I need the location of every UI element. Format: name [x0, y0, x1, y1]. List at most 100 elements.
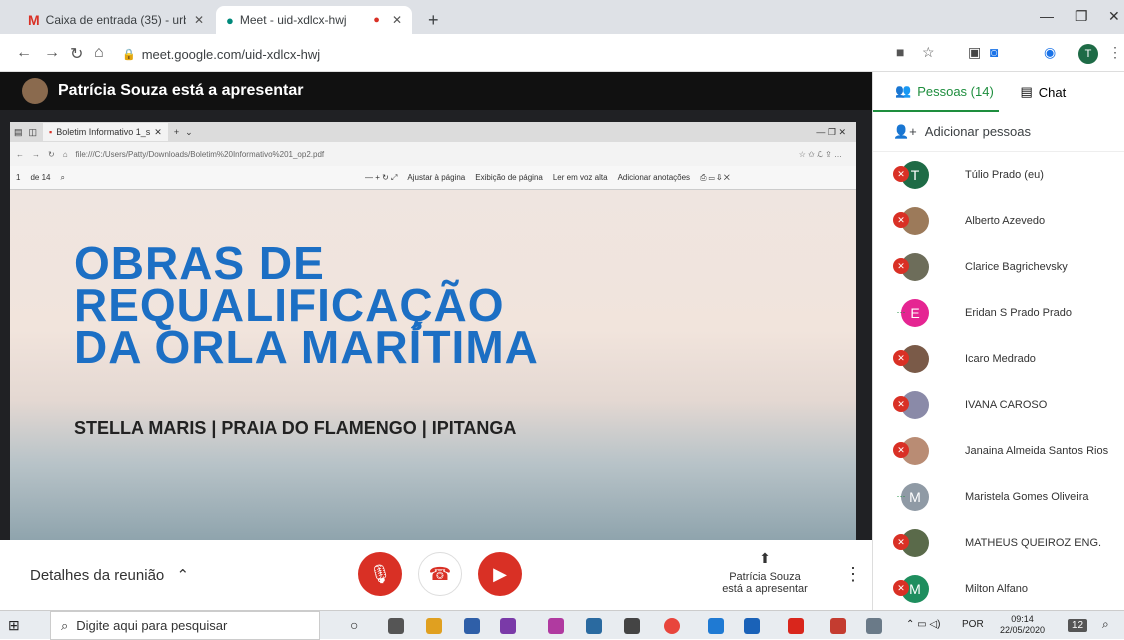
mic-muted-icon: ✕ — [893, 534, 909, 550]
tab-title: Caixa de entrada (35) - urbe.ssa — [46, 13, 186, 27]
tab-meet[interactable]: ● Meet - uid-xdlcx-hwj ● ✕ — [216, 6, 412, 34]
leave-call-button[interactable]: ☎ — [418, 552, 462, 596]
more-options-icon[interactable]: ⋮ — [844, 564, 862, 585]
mic-muted-icon: ✕ — [893, 166, 909, 182]
minimize-icon[interactable]: — — [1040, 8, 1054, 24]
extension-icon[interactable]: ◙ — [990, 44, 998, 60]
app-icon[interactable] — [500, 618, 516, 634]
close-icon[interactable]: ✕ — [392, 13, 402, 27]
pdf-toolbar: 1 de 14 ⌕ — + ↻ ⤢ Ajustar à página Exibi… — [10, 166, 856, 190]
forward-icon: → — [32, 150, 40, 159]
acrobat-icon[interactable] — [788, 618, 804, 634]
star-icon[interactable]: ☆ — [922, 44, 935, 61]
app-icon[interactable] — [866, 618, 882, 634]
present-screen-icon: ⬆ — [710, 550, 820, 567]
back-icon: ← — [16, 150, 24, 159]
add-notes: Adicionar anotações — [618, 173, 691, 182]
slide-title: OBRAS DE REQUALIFICAÇÃO DA ORLA MARÍTIMA — [74, 242, 539, 368]
presenting-status: está a apresentar — [710, 583, 820, 595]
app-icon[interactable] — [548, 618, 564, 634]
notifications-badge[interactable]: 12 — [1068, 619, 1087, 632]
add-people-label: Adicionar pessoas — [925, 124, 1031, 139]
task-view-icon[interactable] — [388, 618, 404, 634]
mic-muted-icon: ✕ — [893, 396, 909, 412]
clock-time: 09:14 — [1000, 614, 1045, 625]
menu-icon[interactable]: ⋮ — [1108, 44, 1122, 61]
participant-row[interactable]: ✕Clarice Bagrichevsky — [873, 244, 1124, 290]
edge-url: file:///C:/Users/Patty/Downloads/Boletim… — [76, 150, 325, 159]
mic-off-button[interactable]: 🎙 — [358, 552, 402, 596]
participant-row[interactable]: ✕Icaro Medrado — [873, 336, 1124, 382]
forward-icon[interactable]: → — [44, 44, 60, 62]
participant-row[interactable]: M✕Milton Alfano — [873, 566, 1124, 612]
language-indicator[interactable]: POR — [962, 619, 984, 630]
participant-list: T✕Túlio Prado (eu)✕Alberto Azevedo✕Clari… — [873, 152, 1124, 612]
url-field[interactable]: 🔒 meet.google.com/uid-xdlcx-hwj — [122, 43, 882, 65]
browser-tab-strip: M Caixa de entrada (35) - urbe.ssa ✕ ● M… — [0, 0, 1124, 34]
participant-row[interactable]: M⋯Maristela Gomes Oliveira — [873, 474, 1124, 520]
maximize-icon[interactable]: ❐ — [1075, 8, 1088, 25]
presenter-banner: Patrícia Souza está a apresentar — [0, 72, 872, 110]
participant-row[interactable]: ✕Alberto Azevedo — [873, 198, 1124, 244]
gmail-icon: M — [28, 12, 40, 28]
edge-address-bar: ← → ↻ ⌂ file:///C:/Users/Patty/Downloads… — [10, 142, 856, 166]
participant-row[interactable]: T✕Túlio Prado (eu) — [873, 152, 1124, 198]
action-center-icon[interactable]: ⌕ — [1102, 617, 1109, 632]
participant-name: MATHEUS QUEIROZ ENG. — [965, 537, 1101, 549]
taskbar-search-input[interactable]: ⌕ Digite aqui para pesquisar — [50, 611, 320, 640]
extension-icon[interactable]: ◉ — [1044, 44, 1056, 61]
home-icon[interactable]: ⌂ — [94, 44, 104, 62]
mic-muted-icon: ✕ — [893, 212, 909, 228]
participant-row[interactable]: ✕Janaina Almeida Santos Rios — [873, 428, 1124, 474]
window-controls-icon: — ❐ ✕ — [816, 127, 846, 138]
participant-row[interactable]: ✕ MATHEUS QUEIROZ ENG. — [873, 520, 1124, 566]
camera-off-button[interactable]: ▶ — [478, 552, 522, 596]
url-text: meet.google.com/uid-xdlcx-hwj — [142, 47, 320, 62]
new-tab-button[interactable]: + — [418, 6, 449, 34]
pdf-page-number: 1 — [16, 173, 20, 182]
extension-icon[interactable]: ▣ — [968, 44, 981, 61]
shared-screen: ▤ ◫ ▪ Boletim Informativo 1_s ✕ + ⌄ — ❐ … — [10, 122, 856, 540]
participant-row[interactable]: ✕IVANA CAROSO — [873, 382, 1124, 428]
calculator-icon[interactable] — [624, 618, 640, 634]
add-people-button[interactable]: 👤+ Adicionar pessoas — [873, 112, 1124, 152]
mail-icon[interactable] — [744, 618, 760, 634]
taskbar-clock[interactable]: 09:14 22/05/2020 — [1000, 614, 1045, 636]
tab-gmail[interactable]: M Caixa de entrada (35) - urbe.ssa ✕ — [18, 6, 214, 34]
tab-people-label: Pessoas (14) — [917, 84, 994, 99]
camera-icon[interactable]: ■ — [896, 44, 904, 60]
store-icon[interactable] — [464, 618, 480, 634]
edge-icon[interactable] — [708, 618, 724, 634]
participant-row[interactable]: E⋯Eridan S Prado Prado — [873, 290, 1124, 336]
slide-title-line: REQUALIFICAÇÃO — [74, 284, 539, 326]
tab-chat[interactable]: ▤ Chat — [999, 72, 1124, 112]
tray-icons[interactable]: ⌃ ▭ ◁) — [906, 619, 940, 630]
slide-subtitle: STELLA MARIS | PRAIA DO FLAMENGO | IPITA… — [74, 418, 516, 439]
slide-title-line: OBRAS DE — [74, 242, 539, 284]
profile-avatar[interactable]: T — [1078, 44, 1098, 64]
tab-title: Meet - uid-xdlcx-hwj — [240, 13, 347, 27]
file-explorer-icon[interactable] — [426, 618, 442, 634]
people-panel: 👥 Pessoas (14) ▤ Chat 👤+ Adicionar pesso… — [872, 72, 1124, 610]
back-icon[interactable]: ← — [16, 44, 32, 62]
powerpoint-icon[interactable] — [830, 618, 846, 634]
add-person-icon: 👤+ — [893, 124, 917, 140]
participant-name: Maristela Gomes Oliveira — [965, 491, 1088, 503]
zoom-controls-icon: — + ↻ ⤢ — [365, 173, 397, 183]
close-icon[interactable]: ✕ — [194, 13, 204, 27]
mic-muted-icon: ✕ — [893, 442, 909, 458]
chrome-icon[interactable] — [664, 618, 680, 634]
cortana-icon[interactable]: ○ — [350, 617, 358, 633]
reload-icon[interactable]: ↻ — [70, 44, 83, 64]
meeting-details-label: Detalhes da reunião — [30, 567, 164, 584]
mic-muted-icon: ✕ — [893, 350, 909, 366]
pdf-page-total: de 14 — [30, 173, 50, 182]
windows-start-icon[interactable]: ⊞ — [8, 617, 20, 634]
chevron-down-icon: ⌄ — [185, 127, 193, 138]
close-window-icon[interactable]: ✕ — [1108, 8, 1120, 25]
windows-taskbar: ⊞ ⌕ Digite aqui para pesquisar ○ ⌃ ▭ ◁) … — [0, 610, 1124, 639]
app-icon[interactable] — [586, 618, 602, 634]
presenting-indicator[interactable]: ⬆ Patrícia Souza está a apresentar — [710, 550, 820, 595]
tab-people[interactable]: 👥 Pessoas (14) — [873, 72, 999, 112]
meeting-details-button[interactable]: Detalhes da reunião ⌃ — [30, 566, 189, 584]
